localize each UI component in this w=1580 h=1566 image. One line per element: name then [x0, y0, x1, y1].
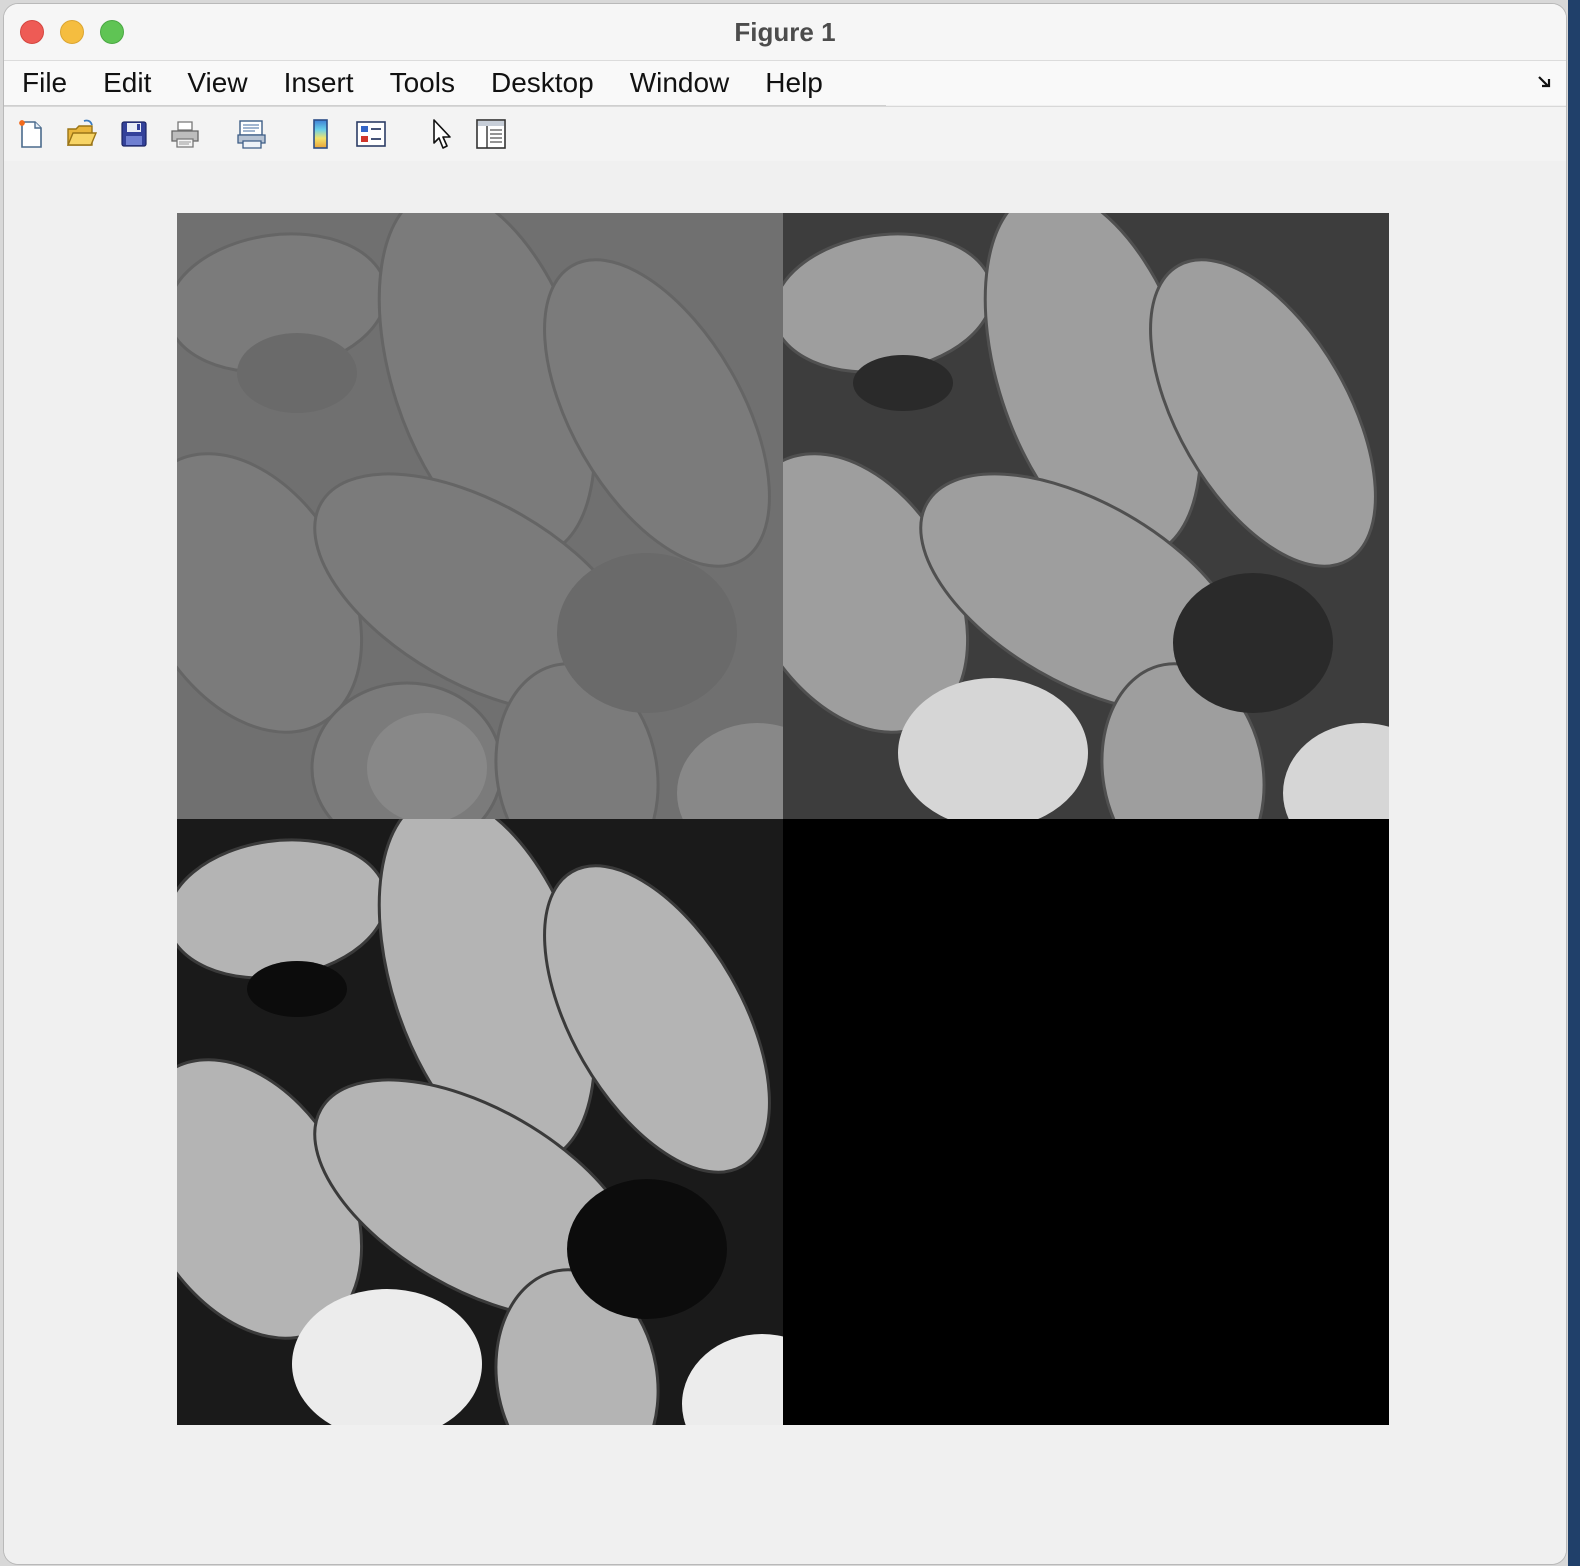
- title-bar: Figure 1: [4, 4, 1566, 61]
- black-image: [783, 819, 1389, 1425]
- menu-window[interactable]: Window: [612, 61, 748, 105]
- menu-view[interactable]: View: [169, 61, 265, 105]
- menu-insert[interactable]: Insert: [266, 61, 372, 105]
- save-icon[interactable]: [117, 117, 151, 151]
- equalized-pollen-image: [177, 819, 783, 1425]
- print-preview-icon[interactable]: [235, 117, 269, 151]
- new-figure-icon[interactable]: [14, 117, 48, 151]
- menu-bar: File Edit View Insert Tools Desktop Wind…: [4, 61, 1566, 106]
- open-file-icon[interactable]: [64, 117, 98, 151]
- low-contrast-pollen-image: [177, 213, 783, 819]
- menu-tools[interactable]: Tools: [372, 61, 473, 105]
- legend-icon[interactable]: [354, 117, 388, 151]
- menu-edit[interactable]: Edit: [85, 61, 169, 105]
- figure-canvas: [4, 161, 1566, 1564]
- stretched-pollen-image: [783, 213, 1389, 819]
- toolbar: [4, 106, 1566, 162]
- property-inspector-icon[interactable]: [474, 117, 508, 151]
- colorbar-icon[interactable]: [304, 117, 338, 151]
- window-title: Figure 1: [734, 17, 836, 47]
- menu-desktop[interactable]: Desktop: [473, 61, 612, 105]
- figure-window: Figure 1 File Edit View Insert Tools Des…: [4, 4, 1566, 1564]
- menu-help[interactable]: Help: [747, 61, 841, 105]
- edit-plot-icon[interactable]: [424, 117, 458, 151]
- menu-file[interactable]: File: [4, 61, 85, 105]
- print-icon[interactable]: [168, 117, 202, 151]
- dock-arrow-icon[interactable]: [1536, 73, 1554, 91]
- menu-list: File Edit View Insert Tools Desktop Wind…: [4, 61, 886, 106]
- image-axes: [177, 213, 1389, 1425]
